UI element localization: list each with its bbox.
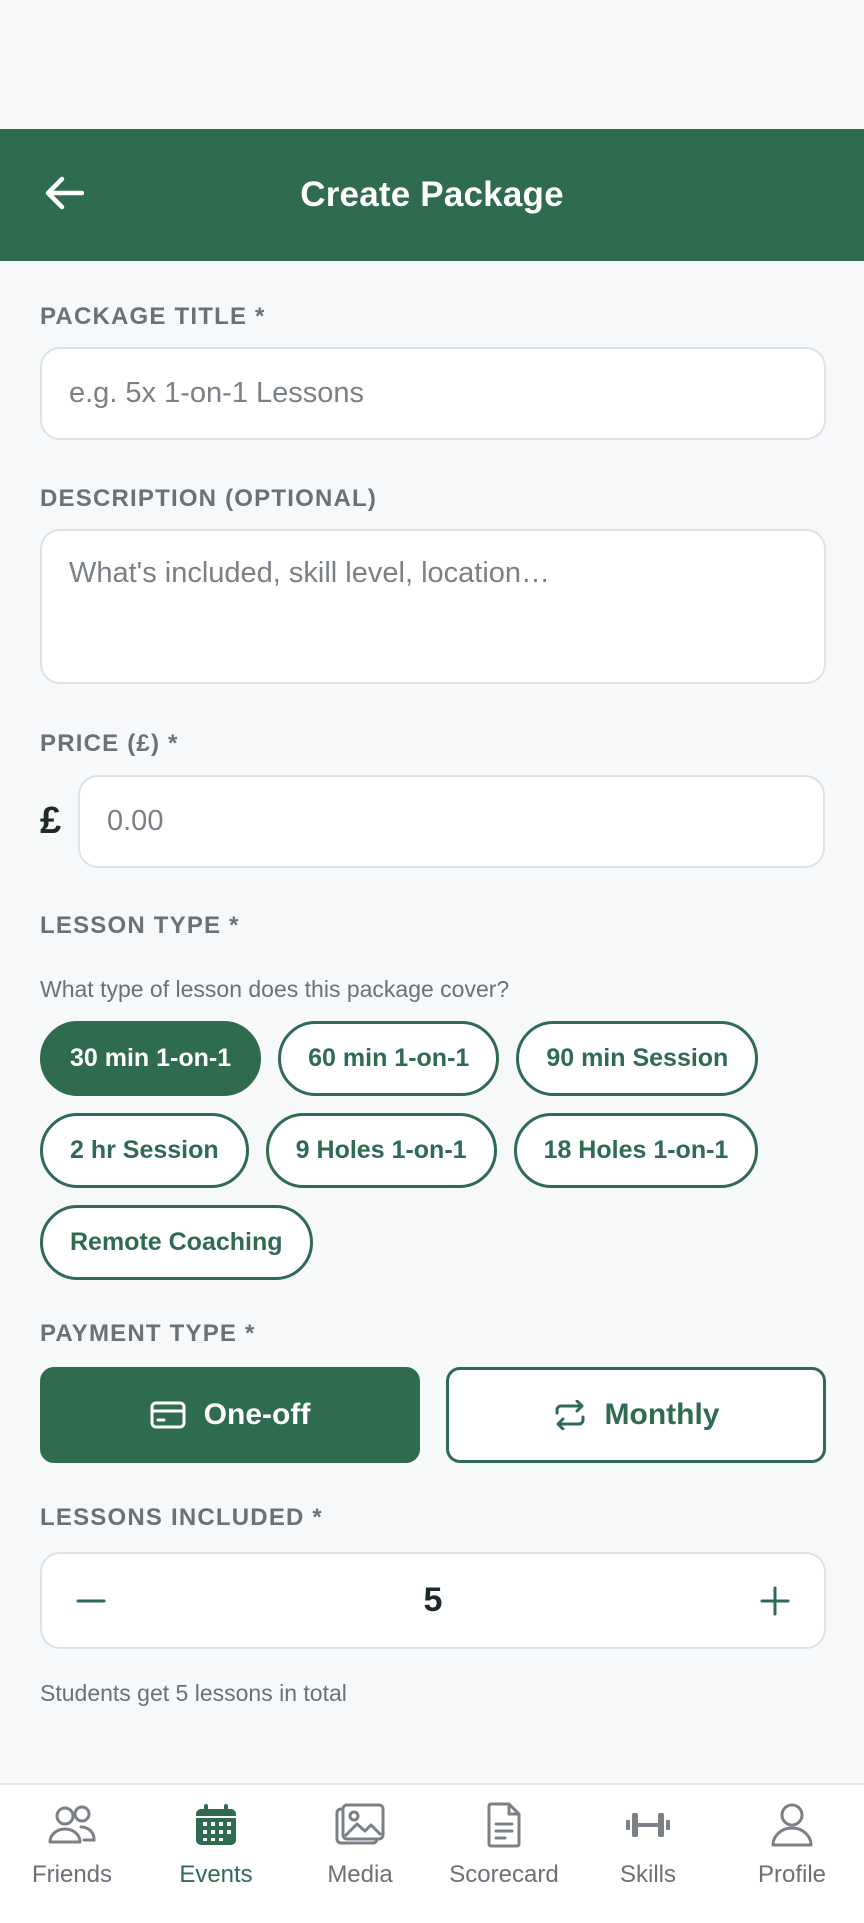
payment-monthly-button[interactable]: Monthly (446, 1367, 826, 1463)
lessons-included-helper: Students get 5 lessons in total (40, 1680, 347, 1706)
price-input[interactable] (78, 775, 825, 868)
repeat-icon (555, 1400, 584, 1430)
dumbbell-icon (622, 1799, 674, 1851)
lesson-chip-9-holes[interactable]: 9 Holes 1-on-1 (265, 1113, 497, 1188)
page-title: Create Package (300, 175, 564, 214)
price-label: PRICE (£) * (40, 730, 179, 757)
nav-item-scorecard[interactable]: Scorecard (432, 1785, 576, 1923)
lesson-chip-18-holes[interactable]: 18 Holes 1-on-1 (513, 1113, 759, 1188)
payment-monthly-label: Monthly (604, 1398, 720, 1431)
plus-icon (760, 1586, 790, 1615)
nav-item-media[interactable]: Media (288, 1785, 432, 1923)
decrement-button[interactable] (68, 1578, 114, 1624)
package-title-label: PACKAGE TITLE * (40, 303, 266, 330)
arrow-left-icon (45, 176, 84, 210)
credit-card-icon (150, 1401, 186, 1429)
lesson-type-helper: What type of lesson does this package co… (40, 976, 510, 1002)
bottom-navigation: Friends Events Media Scorecard Skills Pr… (0, 1783, 864, 1923)
back-button[interactable] (36, 165, 92, 221)
lessons-quantity-stepper: 5 (40, 1552, 826, 1649)
nav-item-events[interactable]: Events (144, 1785, 288, 1923)
description-textarea[interactable] (40, 529, 826, 684)
nav-label-events: Events (179, 1861, 253, 1888)
nav-label-profile: Profile (757, 1861, 827, 1888)
lessons-count-value: 5 (423, 1581, 443, 1619)
image-icon (334, 1799, 386, 1851)
lesson-chip-remote[interactable]: Remote Coaching (40, 1205, 313, 1280)
nav-item-friends[interactable]: Friends (0, 1785, 144, 1923)
nav-item-profile[interactable]: Profile (720, 1785, 864, 1923)
user-icon (766, 1799, 818, 1851)
lesson-chip-90-min[interactable]: 90 min Session (516, 1021, 759, 1096)
document-icon (478, 1799, 530, 1851)
payment-one-off-button[interactable]: One-off (40, 1367, 420, 1463)
lesson-chip-2-hr[interactable]: 2 hr Session (40, 1113, 249, 1188)
price-row: £ (40, 775, 825, 868)
payment-type-row: One-off Monthly (40, 1367, 826, 1463)
lesson-type-label: LESSON TYPE * (40, 912, 240, 939)
lesson-chip-30-min[interactable]: 30 min 1-on-1 (40, 1021, 262, 1096)
nav-label-scorecard: Scorecard (449, 1861, 559, 1888)
increment-button[interactable] (752, 1578, 798, 1624)
nav-label-skills: Skills (619, 1861, 676, 1888)
nav-label-friends: Friends (31, 1861, 113, 1888)
currency-symbol: £ (40, 800, 62, 842)
payment-one-off-label: One-off (203, 1398, 311, 1431)
lesson-chip-60-min[interactable]: 60 min 1-on-1 (278, 1021, 500, 1096)
description-label: DESCRIPTION (OPTIONAL) (40, 485, 378, 512)
nav-item-skills[interactable]: Skills (576, 1785, 720, 1923)
minus-icon (76, 1599, 106, 1602)
calendar-icon (190, 1799, 242, 1851)
payment-type-label: PAYMENT TYPE * (40, 1320, 256, 1347)
app-header: Create Package (0, 129, 864, 261)
lesson-type-chips: 30 min 1-on-1 60 min 1-on-1 90 min Sessi… (40, 1021, 826, 1280)
status-bar-area (0, 0, 864, 129)
lessons-included-label: LESSONS INCLUDED * (40, 1504, 323, 1531)
package-title-input[interactable] (40, 347, 826, 440)
friends-icon (46, 1799, 98, 1851)
nav-label-media: Media (327, 1861, 393, 1888)
